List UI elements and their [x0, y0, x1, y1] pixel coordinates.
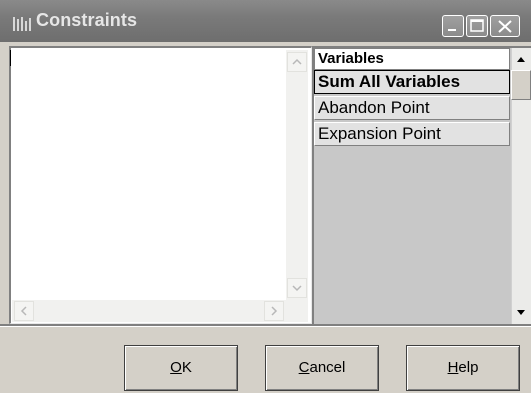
chevron-down-icon — [292, 285, 302, 292]
list-item-expansion-point[interactable]: Expansion Point — [314, 122, 510, 146]
chevron-right-icon — [271, 306, 278, 316]
list-item-abandon-point[interactable]: Abandon Point — [314, 96, 510, 120]
list-item-sum-all-variables[interactable]: Sum All Variables — [314, 70, 510, 94]
variables-scroll-thumb[interactable] — [511, 70, 531, 100]
constraints-app-icon — [13, 17, 31, 31]
constraints-dialog: Constraints Variables Sum All Variables … — [0, 0, 531, 393]
arrow-down-icon — [517, 310, 525, 315]
scroll-down-button[interactable] — [287, 278, 307, 298]
help-button[interactable]: Help — [406, 345, 520, 391]
cancel-button[interactable]: Cancel — [265, 345, 379, 391]
window-title: Constraints — [36, 10, 138, 30]
scroll-up-button[interactable] — [287, 52, 307, 72]
chevron-up-icon — [292, 58, 302, 65]
ok-label: K — [181, 359, 192, 376]
cancel-access-key: C — [298, 359, 310, 376]
variables-scroll-up-button[interactable] — [511, 50, 531, 70]
title-bar[interactable]: Constraints — [0, 0, 531, 42]
cancel-label: ancel — [309, 359, 346, 376]
scroll-left-button[interactable] — [14, 301, 34, 321]
help-label: elp — [458, 359, 479, 376]
variables-scroll-down-button[interactable] — [511, 302, 531, 322]
close-icon — [498, 20, 512, 33]
scrollbar-corner — [286, 300, 308, 322]
minimize-button[interactable] — [442, 15, 464, 37]
chevron-left-icon — [20, 306, 27, 316]
maximize-button[interactable] — [466, 15, 488, 37]
ok-access-key: O — [170, 359, 182, 376]
arrow-up-icon — [517, 57, 525, 62]
close-button[interactable] — [490, 15, 520, 37]
minimize-icon — [448, 29, 456, 31]
ok-button[interactable]: OK — [124, 345, 238, 391]
footer-divider — [0, 324, 531, 327]
help-access-key: H — [447, 359, 459, 376]
editor-vertical-scrollbar[interactable] — [286, 50, 308, 300]
editor-horizontal-scrollbar[interactable] — [12, 300, 286, 322]
constraints-editor[interactable] — [9, 46, 312, 324]
variables-header: Variables — [314, 48, 510, 70]
text-caret — [10, 50, 11, 66]
scroll-right-button[interactable] — [264, 301, 284, 321]
maximize-icon — [470, 19, 484, 32]
